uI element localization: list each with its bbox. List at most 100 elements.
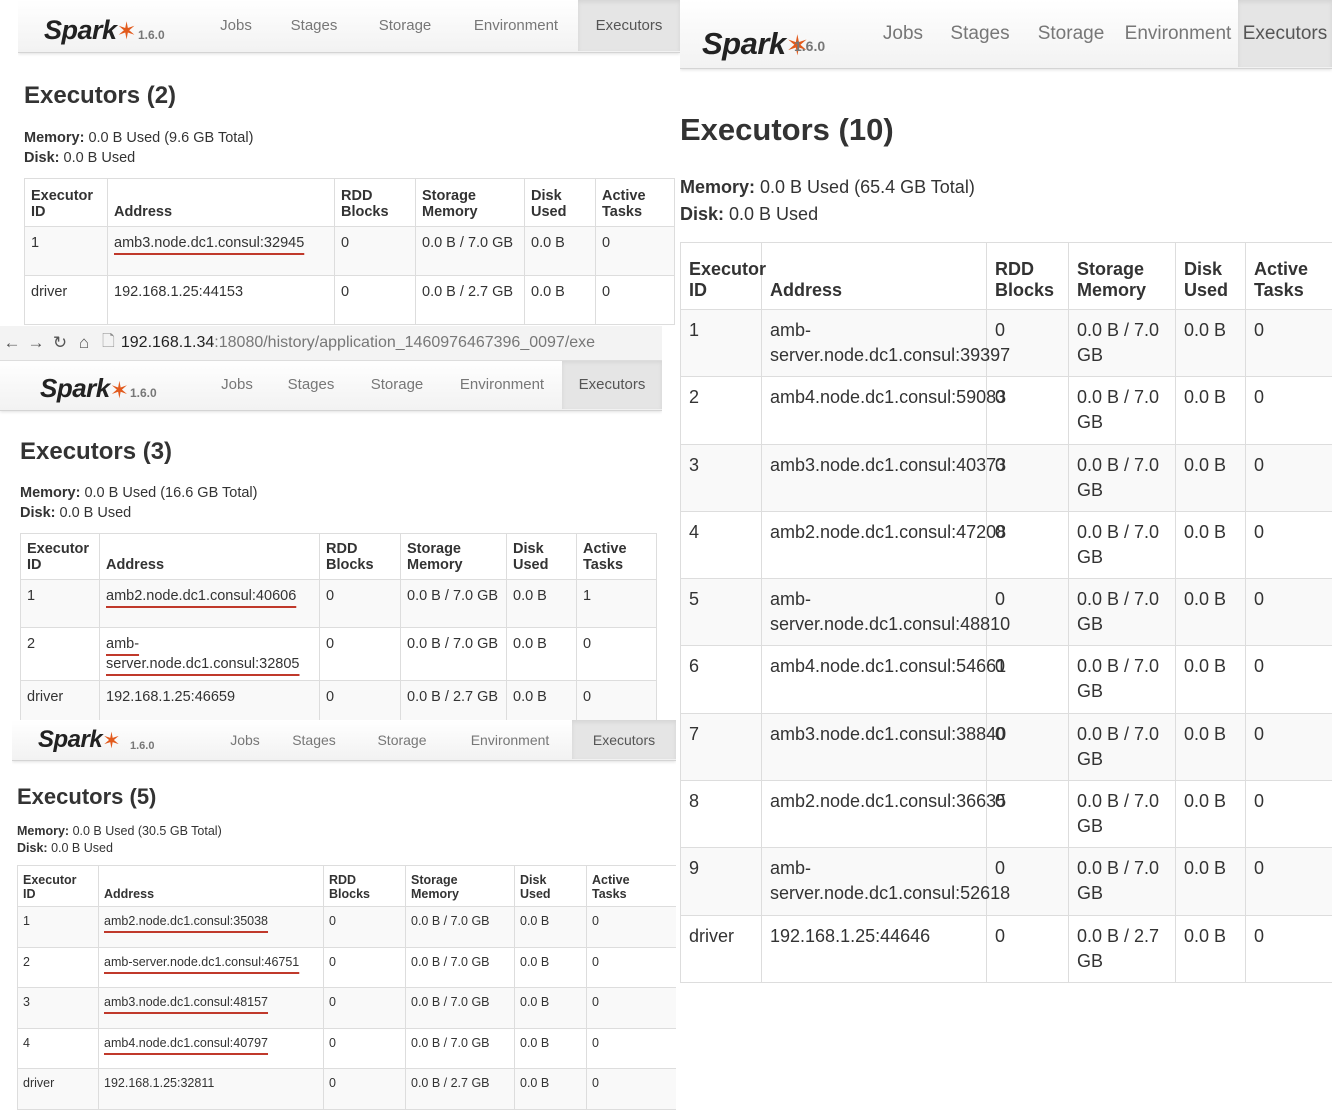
column-header-executor-id[interactable]: Executor ID	[680, 242, 766, 310]
column-header-rdd-blocks[interactable]: RDD Blocks	[323, 865, 406, 907]
nav-stages[interactable]: Stages	[280, 0, 348, 51]
header-row: Executor ID Address RDD Blocks Storage Memory D…	[680, 242, 1332, 310]
forward-icon[interactable]: →	[24, 333, 48, 353]
page-title: Executors (5)	[17, 784, 157, 809]
cell-tasks: 0	[1245, 443, 1332, 512]
nav-storage[interactable]: Storage	[362, 720, 442, 759]
cell-address: amb-server.node.dc1.consul:39397	[761, 308, 1010, 378]
column-header-active-tasks[interactable]: Active Tasks	[1245, 242, 1332, 310]
column-header-active-tasks[interactable]: Active Tasks	[576, 533, 657, 580]
brand-link[interactable]: Spark ✶	[44, 0, 137, 46]
column-header-address[interactable]: Address	[107, 178, 335, 227]
column-header-storage-memory[interactable]: Storage Memory	[405, 865, 515, 907]
memory-value: 0.0 B Used (30.5 GB Total)	[72, 824, 222, 838]
rdd-value: 0	[329, 914, 336, 928]
disk-value: 0.0 B Used	[729, 204, 819, 224]
address-value: amb-server.node.dc1.consul:46751	[104, 954, 300, 969]
cell-rdd: 0	[323, 987, 406, 1029]
column-header-disk-used[interactable]: Disk Used	[514, 865, 587, 907]
url-bar[interactable]: 🗋 192.168.1.34:18080/history/application_…	[102, 330, 595, 357]
table-row: 5 amb-server.node.dc1.consul:48810 0 0.0 B …	[680, 578, 1332, 647]
header-row: Executor ID Address RDD Blocks Storage Memory D…	[20, 533, 657, 580]
column-header-executor-id[interactable]: Executor ID	[17, 865, 99, 907]
nav-environment[interactable]: Environment	[454, 720, 566, 759]
nav-storage[interactable]: Storage	[364, 0, 446, 51]
column-header-address[interactable]: Address	[761, 242, 987, 310]
nav-environment[interactable]: Environment	[446, 360, 558, 409]
nav-jobs[interactable]: Jobs	[870, 0, 936, 67]
column-header-disk-used[interactable]: Disk Used	[1175, 242, 1246, 310]
cell-tasks: 0	[1245, 376, 1332, 445]
address-value: amb-server.node.dc1.consul:39397	[770, 320, 1011, 365]
reload-icon[interactable]: ↻	[48, 333, 72, 353]
column-header-executor-id[interactable]: Executor ID	[20, 533, 100, 580]
column-header-active-tasks[interactable]: Active Tasks	[595, 178, 675, 227]
disk-used-header-line1: Disk	[513, 541, 544, 557]
storage-memory-header-line2: Memory	[411, 887, 459, 901]
rdd-blocks-header-line2: Blocks	[341, 204, 389, 220]
column-header-disk-used[interactable]: Disk Used	[506, 533, 577, 580]
executors-table: Executor ID Address RDD Blocks Storage Memory D…	[24, 178, 675, 325]
cell-id: driver	[680, 914, 762, 983]
cell-rdd: 0	[986, 780, 1069, 849]
rdd-blocks-header-line2: Blocks	[326, 557, 374, 573]
header-row: Executor ID Address RDD Blocks Storage Memory D…	[17, 865, 676, 907]
brand-link[interactable]: Spark ✶	[38, 720, 121, 754]
page-title: Executors (3)	[20, 438, 173, 465]
column-header-active-tasks[interactable]: Active Tasks	[586, 865, 676, 907]
storage-value: 0.0 B / 2.7 GB	[422, 284, 514, 300]
column-header-executor-id[interactable]: Executor ID	[24, 178, 108, 227]
nav-executors[interactable]: Executors	[562, 360, 662, 409]
disk-label: Disk:	[17, 840, 48, 855]
browser-toolbar: ← → ↻ ⌂ 🗋 192.168.1.34:18080/history/applicat…	[0, 326, 662, 361]
disk-value: 0.0 B	[1184, 320, 1227, 340]
disk-label: Disk:	[20, 504, 56, 521]
address-value: 192.168.1.25:44153	[114, 284, 244, 300]
nav-executors[interactable]: Executors	[578, 0, 680, 51]
table-row: 1 amb2.node.dc1.consul:40606 0 0.0 B / 7.0 …	[20, 579, 657, 628]
table-row: 2 amb4.node.dc1.consul:59083 0 0.0 B / 7.0 …	[680, 376, 1332, 445]
column-header-storage-memory[interactable]: Storage Memory	[1068, 242, 1176, 310]
nav-stages[interactable]: Stages	[946, 0, 1014, 67]
column-header-rdd-blocks[interactable]: RDD Blocks	[319, 533, 401, 580]
nav-environment[interactable]: Environment	[1118, 0, 1238, 67]
cell-storage: 0.0 B / 7.0 GB	[405, 987, 515, 1029]
column-header-storage-memory[interactable]: Storage Memory	[400, 533, 507, 580]
disk-value: 0.0 B	[1184, 656, 1227, 677]
rdd-value: 0	[995, 858, 1006, 879]
executor-id-header-line1: Executor	[23, 873, 77, 887]
table-row: driver 192.168.1.25:32811 0 0.0 B / 2.7 GB 0…	[17, 1068, 676, 1110]
nav-executors[interactable]: Executors	[1238, 0, 1332, 67]
column-header-address[interactable]: Address	[99, 533, 320, 580]
nav-executors[interactable]: Executors	[572, 720, 676, 759]
rdd-value: 0	[995, 925, 1006, 946]
column-header-disk-used[interactable]: Disk Used	[524, 178, 596, 227]
nav-storage[interactable]: Storage	[1028, 0, 1114, 67]
cell-storage: 0.0 B / 7.0 GB	[405, 1027, 515, 1069]
column-header-storage-memory[interactable]: Storage Memory	[415, 178, 525, 227]
brand-link[interactable]: Spark ✶	[40, 360, 129, 404]
rdd-value: 0	[326, 689, 335, 705]
nav-storage[interactable]: Storage	[356, 360, 438, 409]
nav-jobs[interactable]: Jobs	[218, 720, 272, 759]
nav-stages[interactable]: Stages	[282, 720, 346, 759]
home-icon[interactable]: ⌂	[72, 333, 96, 353]
cell-id: 3	[680, 443, 762, 512]
nav-stages[interactable]: Stages	[272, 360, 350, 409]
storage-value: 0.0 B / 7.0 GB	[1077, 723, 1160, 769]
table-row: 8 amb2.node.dc1.consul:36635 0 0.0 B / 7.0 …	[680, 780, 1332, 849]
back-icon[interactable]: ←	[0, 333, 24, 353]
column-header-rdd-blocks[interactable]: RDD Blocks	[334, 178, 416, 227]
cell-address: amb-server.node.dc1.consul:52618	[761, 847, 1010, 916]
column-header-address[interactable]: Address	[98, 865, 324, 907]
cell-disk: 0.0 B	[1175, 308, 1246, 378]
disk-value: 0.0 B	[520, 1035, 550, 1050]
nav-jobs[interactable]: Jobs	[204, 360, 270, 409]
cell-tasks: 0	[586, 946, 676, 988]
cell-rdd: 0	[319, 680, 401, 720]
disk-value: 0.0 B	[1184, 454, 1227, 475]
column-header-rdd-blocks[interactable]: RDD Blocks	[986, 242, 1069, 310]
nav-jobs[interactable]: Jobs	[206, 0, 266, 51]
cell-address: amb4.node.dc1.consul:40797	[98, 1027, 324, 1069]
nav-environment[interactable]: Environment	[458, 0, 574, 51]
